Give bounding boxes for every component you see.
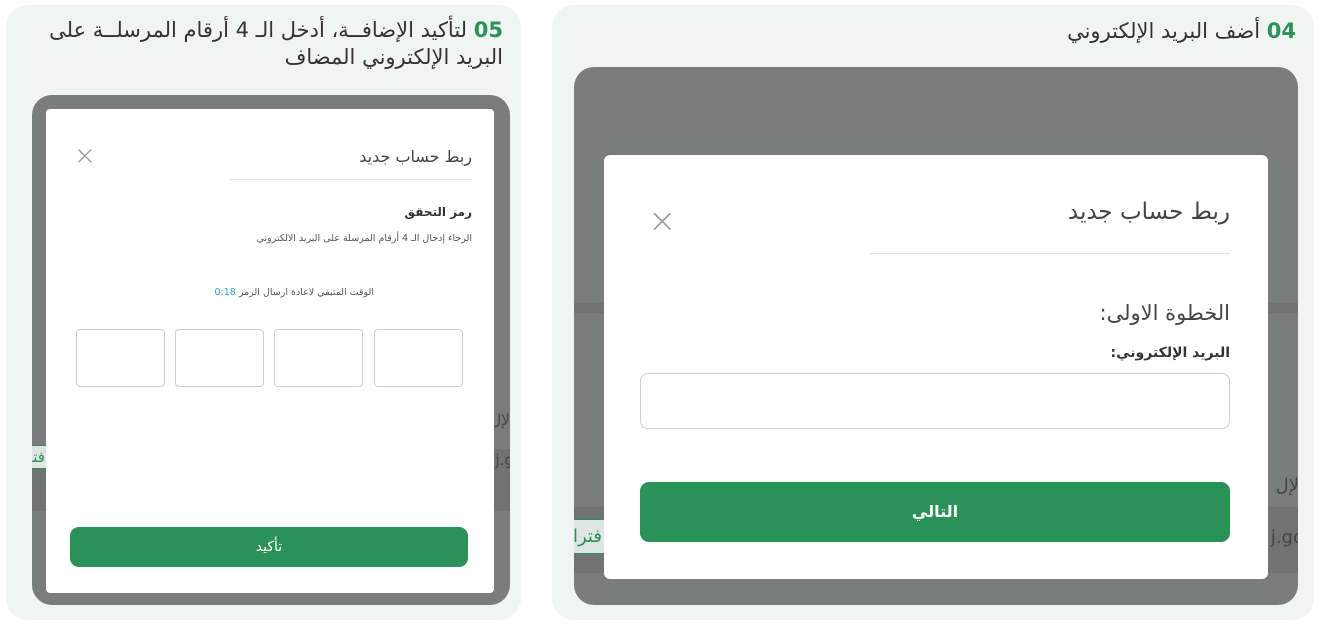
timer-value: 0:18 [214, 287, 236, 298]
step-heading: الخطوة الاولى: [1099, 301, 1230, 325]
close-icon[interactable]: × [648, 201, 677, 241]
step-04-title: 04 أضف البريد الإلكتروني [596, 18, 1296, 45]
modal-title: ربط حساب جديد [1067, 199, 1230, 225]
step-05-card: 05 لتأكيد الإضافــة، أدخل الـ 4 أرقام ال… [6, 5, 521, 620]
background-button: فترا [574, 519, 607, 554]
modal-title: ربط حساب جديد [359, 147, 472, 166]
background-text: j.g [495, 451, 510, 469]
background-text: . الإل [1264, 475, 1298, 496]
verify-modal: ربط حساب جديد × رمز التحقق الرجاء إدخال … [46, 109, 494, 593]
step-04-card: 04 أضف البريد الإلكتروني . الإل j.go فتر… [552, 5, 1314, 620]
verification-instructions: الرجاء إدخال الـ 4 أرقام المرسلة على الب… [256, 233, 472, 244]
step-04-screenshot: . الإل j.go فترا ربط حساب جديد × الخطوة … [574, 67, 1298, 605]
otp-digit-3[interactable] [175, 329, 264, 387]
add-email-modal: ربط حساب جديد × الخطوة الاولى: البريد ال… [604, 155, 1268, 579]
otp-digit-2[interactable] [274, 329, 363, 387]
step-05-screenshot: الإل j.g فتر ربط حساب جديد × رمز التحقق … [32, 95, 510, 605]
step-05-number: 05 [473, 18, 503, 42]
next-button[interactable]: التالي [640, 482, 1230, 542]
background-text: j.go [1270, 527, 1298, 548]
title-divider [230, 179, 472, 180]
step-04-title-text: أضف البريد الإلكتروني [1067, 19, 1261, 43]
title-divider [870, 253, 1230, 254]
email-label: البريد الإلكتروني: [1110, 345, 1230, 361]
step-04-number: 04 [1266, 19, 1296, 43]
otp-digit-4[interactable] [76, 329, 165, 387]
timer-label: الوقت المتبقي لاعادة ارسال الرمز [238, 287, 374, 298]
otp-digit-1[interactable] [374, 329, 463, 387]
verification-heading: رمز التحقق [404, 205, 472, 219]
email-input[interactable] [640, 373, 1230, 429]
confirm-button[interactable]: تأكيد [70, 527, 468, 567]
step-05-title-text: لتأكيد الإضافــة، أدخل الـ 4 أرقام المرس… [49, 18, 503, 69]
close-icon[interactable]: × [74, 141, 96, 171]
resend-timer: الوقت المتبقي لاعادة ارسال الرمز 0:18 [214, 287, 374, 298]
step-05-title: 05 لتأكيد الإضافــة، أدخل الـ 4 أرقام ال… [23, 17, 503, 71]
